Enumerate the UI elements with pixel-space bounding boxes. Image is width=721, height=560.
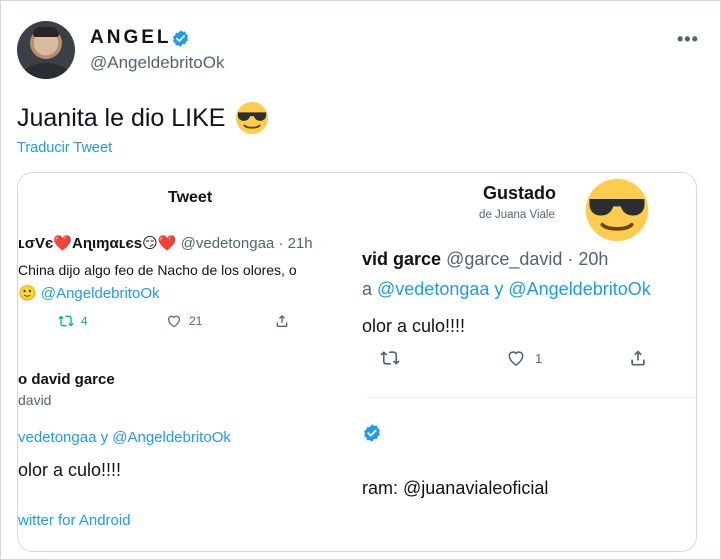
tweet-card: ANGEL @AngeldebritoOk ••• Juanita le dio… bbox=[0, 0, 721, 560]
share-action bbox=[274, 313, 290, 329]
share-icon bbox=[631, 350, 645, 366]
bio-prefix: ram: bbox=[362, 478, 404, 498]
quoted-tweet-actions: 4 21 bbox=[58, 313, 290, 329]
reply-source: witter for Android bbox=[18, 512, 131, 529]
retweet-count: 4 bbox=[81, 314, 88, 328]
avatar-hair bbox=[33, 27, 59, 37]
like-action: 1 bbox=[506, 348, 542, 368]
liked-tweet-actions: 1 bbox=[380, 348, 650, 370]
author-handle[interactable]: @AngeldebritoOk bbox=[90, 53, 224, 73]
retweet-action: 4 bbox=[58, 313, 166, 329]
right-screenshot: Gustado de Juana Viale vid garce @garce_… bbox=[362, 173, 696, 551]
liked-like-count: 1 bbox=[535, 350, 543, 366]
retweet-icon bbox=[58, 315, 74, 327]
reply-author-handle: david bbox=[18, 392, 52, 408]
reply-author-name: o david garce bbox=[18, 371, 115, 388]
quoted-author-name: ʟσVє❤️Aɳιɱαʟєѕ😏❤️ bbox=[18, 235, 177, 252]
attached-image[interactable]: Tweet ʟσVє❤️Aɳιɱαʟєѕ😏❤️ @vedetongaa · 21… bbox=[17, 172, 697, 552]
retweet-icon bbox=[380, 351, 400, 365]
tweet-text: Juanita le dio LIKE bbox=[17, 101, 269, 135]
author-avatar[interactable] bbox=[17, 21, 75, 79]
avatar-shirt bbox=[23, 63, 69, 79]
verified-badge-icon bbox=[172, 30, 189, 47]
liked-subtitle: de Juana Viale bbox=[479, 209, 555, 221]
quoted-mention-emoji: 🙂 bbox=[18, 285, 37, 302]
sunglasses-emoji-icon bbox=[236, 101, 269, 135]
liked-title: Gustado bbox=[483, 183, 557, 203]
quoted-author-handle: @vedetongaa · 21h bbox=[180, 235, 313, 252]
reply-action bbox=[380, 348, 400, 368]
sunglasses-emoji-icon bbox=[585, 178, 649, 242]
share-icon bbox=[276, 315, 288, 327]
more-options-icon[interactable]: ••• bbox=[677, 29, 699, 50]
author-display-name[interactable]: ANGEL bbox=[90, 27, 172, 49]
liked-reply-prefix: a bbox=[362, 279, 378, 299]
liked-tweet-header: vid garce @garce_david · 20h bbox=[362, 249, 608, 270]
like-icon bbox=[508, 351, 524, 366]
reply-text: olor a culo!!!! bbox=[18, 460, 122, 480]
bio-handle: @juanavialeoficial bbox=[403, 478, 549, 498]
profile-bio: ram: @juanavialeoficial bbox=[362, 478, 548, 499]
like-count: 21 bbox=[189, 314, 203, 328]
quoted-tweet-mention: 🙂 @AngeldebritoOk bbox=[18, 284, 159, 302]
share-action bbox=[628, 348, 648, 368]
quoted-mention-handle: @AngeldebritoOk bbox=[40, 285, 160, 302]
translate-tweet-link[interactable]: Traducir Tweet bbox=[17, 140, 112, 156]
liked-reply-to: a @vedetongaa y @AngeldebritoOk bbox=[362, 279, 651, 300]
liked-reply-mentions: @vedetongaa y @AngeldebritoOk bbox=[377, 279, 651, 299]
liked-author-handle: @garce_david · 20h bbox=[446, 249, 609, 269]
quoted-tweet-text: China dijo algo feo de Nacho de los olor… bbox=[18, 262, 297, 278]
reply-mentions: vedetongaa y @AngeldebritoOk bbox=[18, 429, 231, 446]
like-icon bbox=[168, 315, 180, 328]
left-screenshot: Tweet ʟσVє❤️Aɳιɱαʟєѕ😏❤️ @vedetongaa · 21… bbox=[18, 173, 362, 551]
left-screenshot-title: Tweet bbox=[168, 189, 213, 206]
liked-author-name: vid garce bbox=[362, 249, 442, 269]
divider bbox=[362, 397, 696, 398]
tweet-text-content: Juanita le dio LIKE bbox=[17, 103, 226, 132]
like-action: 21 bbox=[166, 313, 274, 329]
liked-tweet-text: olor a culo!!!! bbox=[362, 316, 466, 336]
verified-badge-icon bbox=[364, 424, 380, 442]
quoted-tweet-header: ʟσVє❤️Aɳιɱαʟєѕ😏❤️ @vedetongaa · 21h bbox=[18, 234, 313, 252]
